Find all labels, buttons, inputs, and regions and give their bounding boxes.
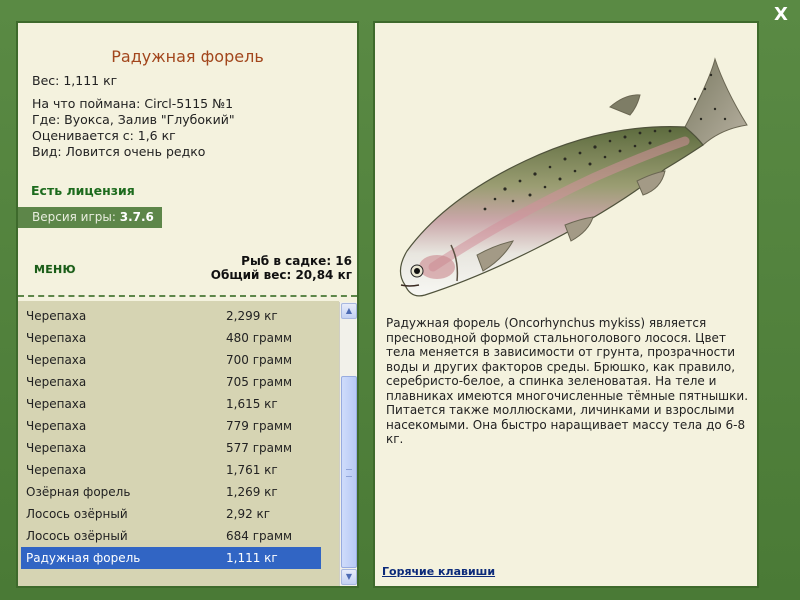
valued-from: Оценивается с: 1,6 кг xyxy=(32,128,176,143)
catch-fish-weight: 2,92 кг xyxy=(226,507,271,521)
catch-fish-name: Лосось озёрный xyxy=(26,507,128,521)
catch-fish-name: Черепаха xyxy=(26,353,87,367)
grip-icon xyxy=(346,469,352,477)
menu-button[interactable]: МЕНЮ xyxy=(34,263,76,276)
catch-fish-name: Черепаха xyxy=(26,419,87,433)
catch-list-row[interactable]: Черепаха 2,299 кг xyxy=(21,305,321,327)
close-icon[interactable]: X xyxy=(772,6,790,24)
fish-description: Радужная форель (Oncorhynchus mykiss) яв… xyxy=(386,316,749,446)
catch-fish-weight: 1,761 кг xyxy=(226,463,278,477)
fish-weight: Вес: 1,111 кг xyxy=(32,73,118,88)
catch-fish-weight: 577 грамм xyxy=(226,441,293,455)
catch-fish-weight: 700 грамм xyxy=(226,353,293,367)
catch-fish-weight: 684 грамм xyxy=(226,529,293,543)
fish-info-panel: Радужная форель Вес: 1,111 кг На что пой… xyxy=(16,21,359,588)
catch-fish-name: Черепаха xyxy=(26,331,87,345)
catch-list[interactable]: Черепаха 2,299 кг Черепаха 480 грамм Черепах… xyxy=(18,301,339,586)
catch-list-row[interactable]: Черепаха 1,761 кг xyxy=(21,459,321,481)
catch-fish-weight: 779 грамм xyxy=(226,419,293,433)
rainbow-trout-image xyxy=(399,57,748,297)
catch-fish-name: Черепаха xyxy=(26,441,87,455)
fish-title: Радужная форель xyxy=(111,47,264,66)
catch-fish-name: Озёрная форель xyxy=(26,485,131,499)
cage-fish-count: Рыб в садке: 16 xyxy=(241,254,352,268)
catch-list-row[interactable]: Озёрная форель 1,269 кг xyxy=(21,481,321,503)
chevron-down-icon[interactable]: ▼ xyxy=(341,569,357,585)
license-status: Есть лицензия xyxy=(31,183,135,198)
caught-with: На что поймана: Circl-5115 №1 xyxy=(32,96,234,111)
cage-total-weight: Общий вес: 20,84 кг xyxy=(210,268,352,282)
catch-fish-name: Черепаха xyxy=(26,463,87,477)
rarity: Вид: Ловится очень редко xyxy=(32,144,206,159)
catch-fish-name: Черепаха xyxy=(26,397,87,411)
catch-fish-name: Лосось озёрный xyxy=(26,529,128,543)
catch-list-row[interactable]: Черепаха 779 грамм xyxy=(21,415,321,437)
catch-fish-name: Черепаха xyxy=(26,309,87,323)
catch-list-row[interactable]: Черепаха 700 грамм xyxy=(21,349,321,371)
catch-list-row[interactable]: Лосось озёрный 2,92 кг xyxy=(21,503,321,525)
catch-fish-weight: 480 грамм xyxy=(226,331,293,345)
catch-list-row[interactable]: Черепаха 577 грамм xyxy=(21,437,321,459)
catch-fish-weight: 1,269 кг xyxy=(226,485,278,499)
catch-list-scrollbar[interactable]: ▲ ▼ xyxy=(339,302,357,586)
catch-fish-name: Радужная форель xyxy=(26,551,141,565)
catch-fish-weight: 1,615 кг xyxy=(226,397,278,411)
catch-location: Где: Вуокса, Залив "Глубокий" xyxy=(32,112,235,127)
catch-list-row[interactable]: Лосось озёрный 684 грамм xyxy=(21,525,321,547)
catch-list-row[interactable]: Черепаха 480 грамм xyxy=(21,327,321,349)
game-window-frame: X Радужная форель Вес: 1,111 кг На что п… xyxy=(0,0,800,600)
catch-fish-name: Черепаха xyxy=(26,375,87,389)
version-label: Версия игры: xyxy=(32,210,120,224)
cage-summary: Рыб в садке: 16 Общий вес: 20,84 кг xyxy=(211,254,352,282)
catch-list-row[interactable]: Черепаха 1,615 кг xyxy=(21,393,321,415)
catch-list-row[interactable]: Черепаха 705 грамм xyxy=(21,371,321,393)
fish-detail-panel: Радужная форель (Oncorhynchus mykiss) яв… xyxy=(373,21,759,588)
scrollbar-thumb[interactable] xyxy=(341,376,357,568)
version-value: 3.7.6 xyxy=(119,210,154,224)
catch-fish-weight: 1,111 кг xyxy=(226,551,278,565)
version-badge: Версия игры: 3.7.6 xyxy=(18,207,162,228)
hotkeys-link[interactable]: Горячие клавиши xyxy=(382,565,495,578)
catch-list-row[interactable]: Радужная форель 1,111 кг xyxy=(21,547,321,569)
catch-fish-weight: 705 грамм xyxy=(226,375,293,389)
chevron-up-icon[interactable]: ▲ xyxy=(341,303,357,319)
catch-fish-weight: 2,299 кг xyxy=(226,309,278,323)
dashed-divider xyxy=(18,295,357,297)
